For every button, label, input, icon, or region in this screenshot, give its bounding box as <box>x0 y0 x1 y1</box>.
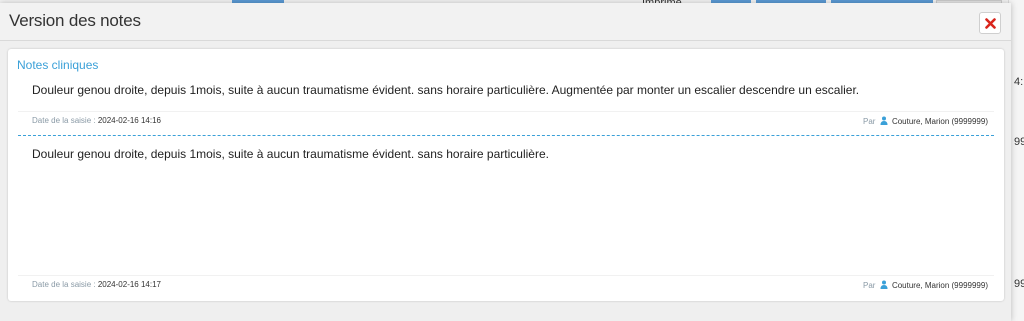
notes-panel: Notes cliniques Douleur genou droite, de… <box>8 49 1004 301</box>
section-title: Notes cliniques <box>17 58 99 72</box>
background-fragment: 99 <box>1014 278 1024 290</box>
user-icon <box>880 280 888 289</box>
background-fragment: 99 <box>1014 136 1024 148</box>
entry-author-label: Par <box>863 117 876 126</box>
entry-author: Par Couture, Marion (9999999) <box>863 280 988 290</box>
user-icon <box>880 116 888 125</box>
entry-author-label: Par <box>863 281 876 290</box>
note-version-text: Douleur genou droite, depuis 1mois, suit… <box>32 147 549 161</box>
modal-title: Version des notes <box>9 11 141 30</box>
version-divider <box>18 135 994 136</box>
entry-date-value: 2024-02-16 14:16 <box>97 116 161 125</box>
note-version-text: Douleur genou droite, depuis 1mois, suit… <box>32 83 860 97</box>
modal-header: Version des notes <box>0 3 1011 41</box>
entry-date: Date de la saisie : 2024-02-16 14:17 <box>32 280 161 289</box>
entry-date-label: Date de la saisie : <box>32 116 96 125</box>
entry-date-label: Date de la saisie : <box>32 280 96 289</box>
close-icon <box>985 18 996 29</box>
entry-date-value: 2024-02-16 14:17 <box>97 280 161 289</box>
entry-author-value: Couture, Marion (9999999) <box>891 281 988 290</box>
note-meta-row: Date de la saisie : 2024-02-16 14:17 Par… <box>18 275 994 292</box>
note-meta-row: Date de la saisie : 2024-02-16 14:16 Par… <box>18 111 994 128</box>
entry-date: Date de la saisie : 2024-02-16 14:16 <box>32 116 161 125</box>
version-notes-modal: Version des notes Notes cliniques Douleu… <box>0 3 1011 321</box>
entry-author: Par Couture, Marion (9999999) <box>863 116 988 126</box>
close-button[interactable] <box>979 12 1001 34</box>
background-fragment: 4: <box>1014 76 1024 88</box>
entry-author-value: Couture, Marion (9999999) <box>891 117 988 126</box>
